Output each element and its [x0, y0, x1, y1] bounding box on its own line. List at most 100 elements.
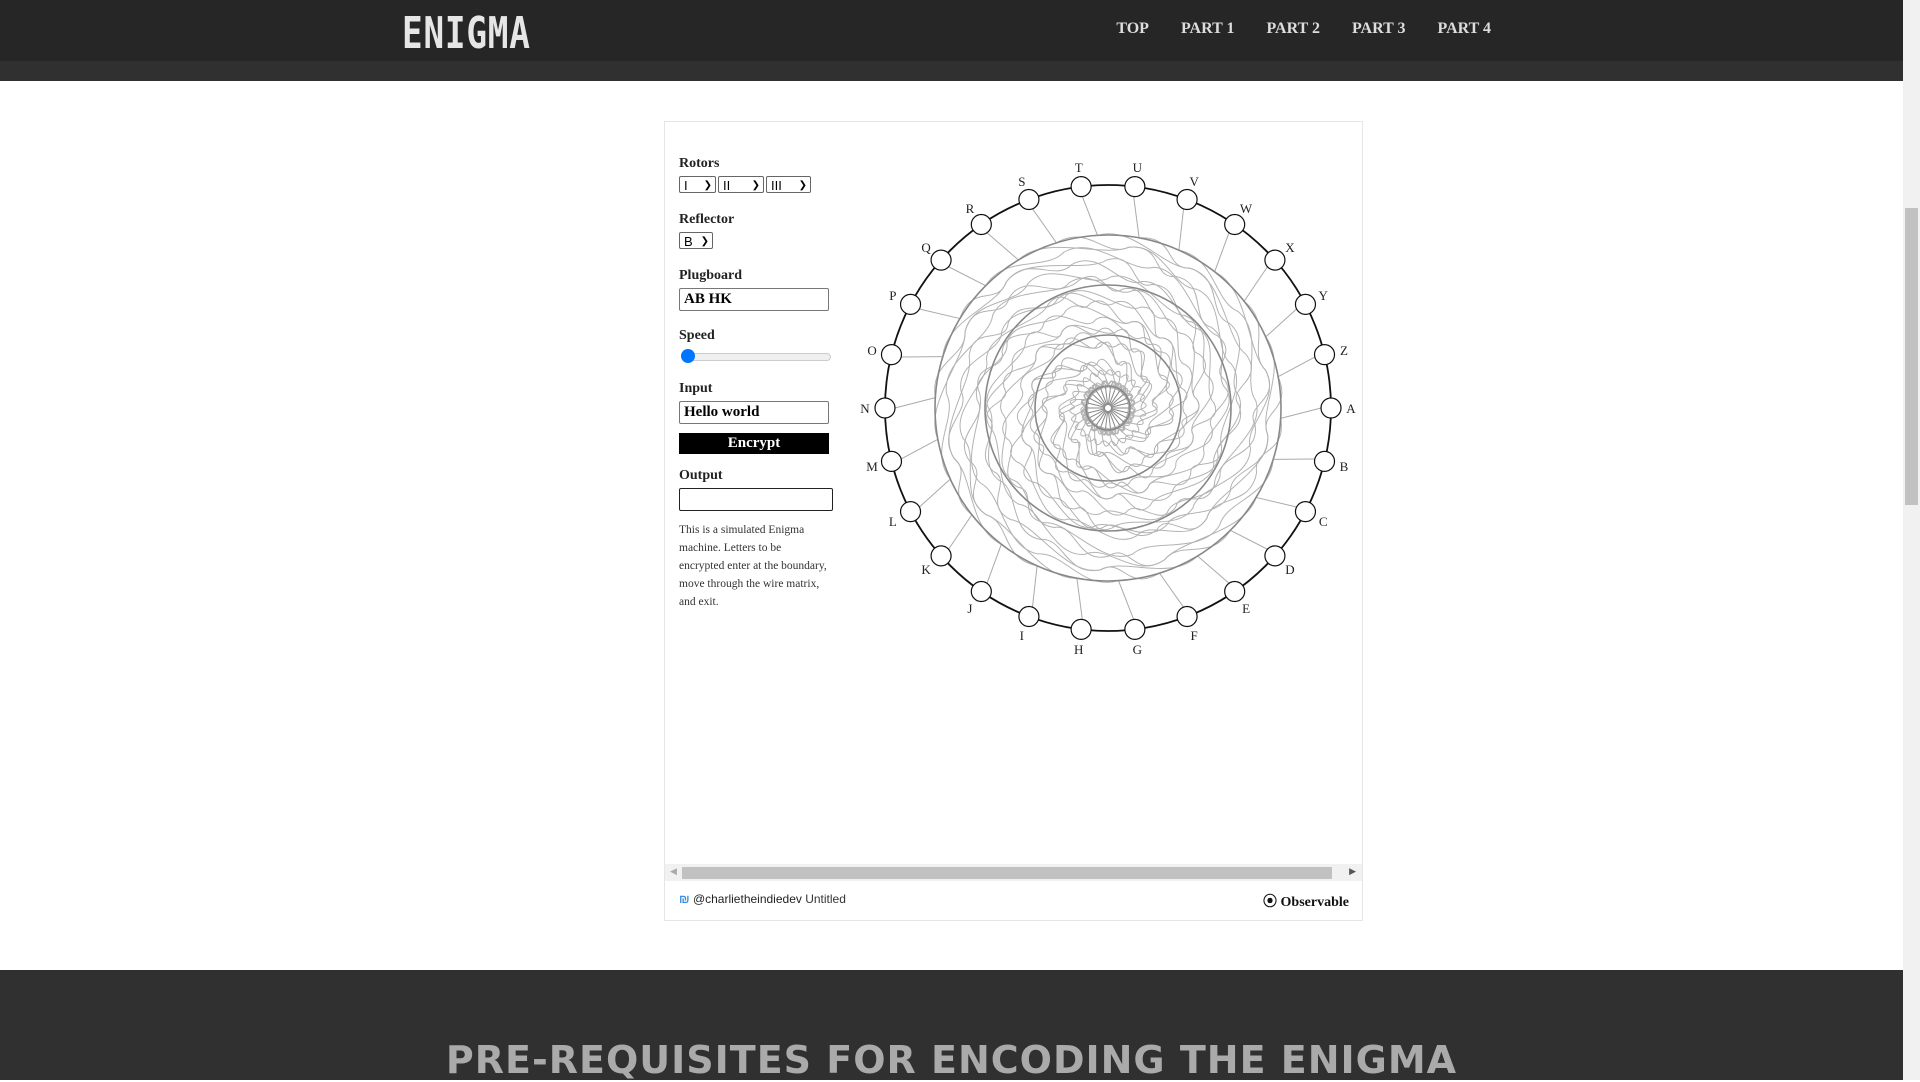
letter-label-m: M [866, 459, 878, 474]
wire [919, 479, 950, 507]
observable-brand: Observable [1281, 895, 1349, 910]
page-scrollbar[interactable] [1903, 0, 1920, 1080]
observable-user-icon: ₪ [679, 892, 690, 906]
letter-node [1225, 214, 1245, 234]
letter-node [881, 345, 901, 365]
wire [1119, 581, 1134, 620]
letter-node [901, 294, 921, 314]
letter-node [1019, 607, 1039, 627]
horizontal-scrollbar[interactable]: ◀ ▶ [665, 864, 1362, 881]
embed-footer: ₪ @charlietheindiedev Untitled ⦿ Observa… [679, 892, 1349, 906]
letter-node [971, 582, 991, 602]
letter-label-w: W [1240, 201, 1253, 216]
nav-top[interactable]: TOP [1116, 20, 1149, 38]
letter-label-k: K [921, 562, 931, 577]
speed-slider[interactable] [679, 348, 831, 364]
site-logo[interactable]: ENIGMA [402, 8, 531, 59]
slider-track [683, 353, 831, 361]
wire [1032, 209, 1056, 243]
notebook-title[interactable]: Untitled [805, 892, 846, 906]
letter-label-h: H [1074, 642, 1083, 657]
letter-label-o: O [867, 343, 876, 358]
letter-node [1225, 582, 1245, 602]
wire [1281, 408, 1321, 418]
letter-label-x: X [1285, 240, 1295, 255]
encrypt-button[interactable]: Encrypt [679, 433, 829, 454]
page-scrollbar-thumb[interactable] [1905, 208, 1918, 505]
letter-node [971, 214, 991, 234]
rotor-2-value: II [723, 178, 730, 193]
letter-label-n: N [860, 401, 870, 416]
scrollbar-thumb[interactable] [682, 867, 1332, 879]
rotor-3-value: III [771, 178, 782, 193]
wire [949, 515, 972, 549]
wire [987, 544, 1001, 583]
observable-embed: ABCDEFGHIJKLMNOPQRSTUVWXYZ Rotors I❯II❯I… [664, 121, 1363, 921]
section-heading: PRE-REQUISITES FOR ENCODING THE ENIGMA [0, 1038, 1903, 1082]
rotor-wire [943, 259, 1213, 478]
rotors-label: Rotors [679, 156, 839, 172]
letter-label-l: L [889, 514, 897, 529]
plugboard-input[interactable]: AB HK [679, 288, 829, 311]
letter-node [931, 250, 951, 270]
output-label: Output [679, 468, 839, 484]
controls-panel: Rotors I❯II❯III❯ Reflector B❯ Plugboard … [679, 156, 839, 611]
nav-part-4[interactable]: PART 4 [1437, 20, 1491, 38]
letter-label-v: V [1189, 174, 1199, 189]
rotor-1-select[interactable]: I❯ [679, 176, 716, 193]
letter-label-t: T [1075, 160, 1083, 175]
scroll-right-arrow-icon[interactable]: ▶ [1349, 866, 1356, 877]
wire [1198, 556, 1229, 583]
letter-node [1125, 619, 1145, 639]
wire [1244, 267, 1267, 301]
letter-label-z: Z [1340, 343, 1348, 358]
wire [1077, 578, 1082, 619]
wire [1134, 197, 1139, 238]
reflector-select[interactable]: B❯ [679, 232, 713, 249]
letter-node [1019, 189, 1039, 209]
letter-label-g: G [1133, 642, 1142, 657]
observable-link[interactable]: ⦿ Observable [1263, 891, 1349, 911]
letter-label-f: F [1191, 628, 1198, 643]
chevron-down-icon: ❯ [799, 177, 807, 194]
letter-node [1177, 189, 1197, 209]
chevron-down-icon: ❯ [704, 177, 712, 194]
prerequisites-section: PRE-REQUISITES FOR ENCODING THE ENIGMA [0, 970, 1903, 1080]
author-link[interactable]: @charlietheindiedev [693, 892, 802, 906]
input-field[interactable]: Hello world [679, 401, 829, 424]
letter-node [875, 398, 895, 418]
letter-node [1177, 607, 1197, 627]
wire [987, 233, 1018, 260]
letter-node [1315, 451, 1335, 471]
nav-part-3[interactable]: PART 3 [1352, 20, 1406, 38]
rotor-3-select[interactable]: III ❯ [766, 176, 811, 193]
letter-node [1125, 177, 1145, 197]
nav-part-1[interactable]: PART 1 [1181, 20, 1235, 38]
rotor-wire [935, 274, 1206, 467]
wire [1160, 573, 1184, 607]
rotor-wire [1011, 358, 1282, 540]
speed-label: Speed [679, 328, 839, 344]
wire [895, 398, 935, 408]
slider-thumb[interactable] [681, 349, 695, 363]
output-field[interactable] [679, 488, 833, 511]
rotor-2-select[interactable]: II❯ [718, 176, 764, 193]
letter-node [1265, 546, 1285, 566]
wire [1266, 309, 1297, 337]
rotor-wire [986, 248, 1229, 487]
wire [1215, 233, 1229, 272]
letter-node [1295, 502, 1315, 522]
letter-label-j: J [967, 601, 972, 616]
letter-node [881, 451, 901, 471]
wire [1179, 209, 1184, 250]
reflector-value: B [684, 234, 693, 249]
scroll-left-arrow-icon[interactable]: ◀ [670, 866, 677, 877]
observable-logo-icon: ⦿ [1263, 895, 1277, 910]
letter-label-d: D [1285, 562, 1294, 577]
letter-label-y: Y [1318, 288, 1328, 303]
nav-part-2[interactable]: PART 2 [1266, 20, 1320, 38]
letter-node [1321, 398, 1341, 418]
main-nav: TOP PART 1 PART 2 PART 3 PART 4 [1116, 20, 1491, 38]
rotor-wire [949, 291, 1183, 515]
header-band [0, 61, 1903, 81]
